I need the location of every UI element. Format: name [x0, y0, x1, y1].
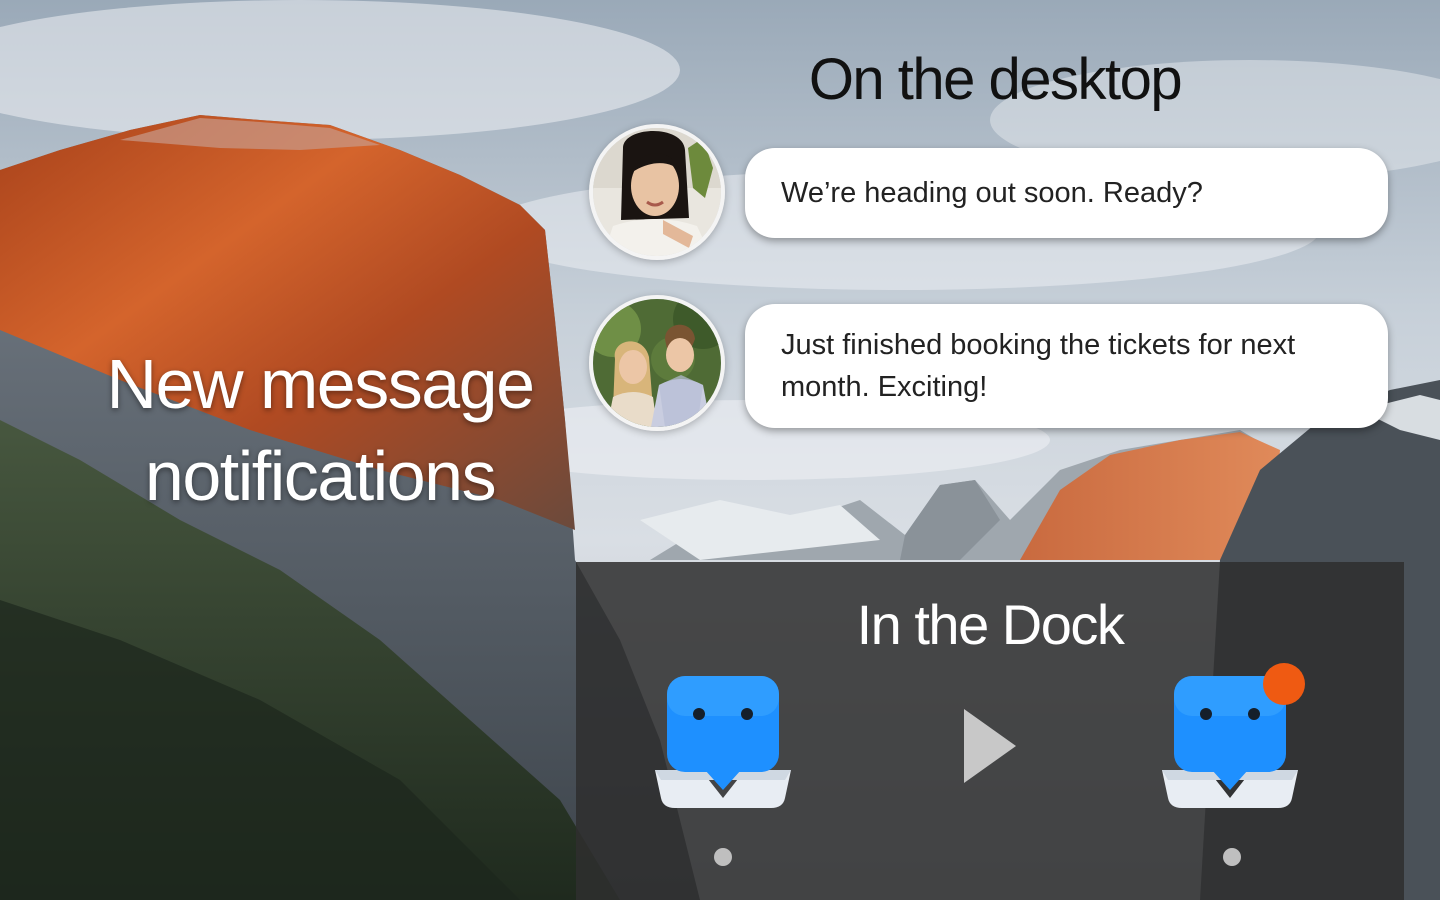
avatar [589, 295, 725, 431]
running-indicator [714, 848, 732, 866]
notification-bubble[interactable]: Just finished booking the tickets for ne… [745, 304, 1388, 428]
notification-badge [1263, 663, 1305, 705]
notification-bubble[interactable]: We’re heading out soon. Ready? [745, 148, 1388, 238]
desktop-section-title: On the desktop [808, 47, 1183, 112]
avatar-couple-photo [593, 299, 721, 427]
messenger-app-icon [655, 676, 791, 808]
avatar [589, 124, 725, 260]
notification-message: Just finished booking the tickets for ne… [781, 329, 1296, 403]
dock-app-icon-before[interactable] [653, 674, 793, 814]
notification-message: We’re heading out soon. Ready? [781, 177, 1203, 209]
headline-line-2: notifications [144, 437, 497, 515]
play-arrow-icon [964, 709, 1016, 783]
dock-panel: In the Dock [576, 562, 1404, 900]
page-headline: New message notifications [60, 338, 580, 522]
headline-line-1: New message [106, 345, 535, 423]
running-indicator [1223, 848, 1241, 866]
dock-section-title: In the Dock [856, 593, 1125, 656]
avatar-woman-photo [593, 128, 721, 256]
